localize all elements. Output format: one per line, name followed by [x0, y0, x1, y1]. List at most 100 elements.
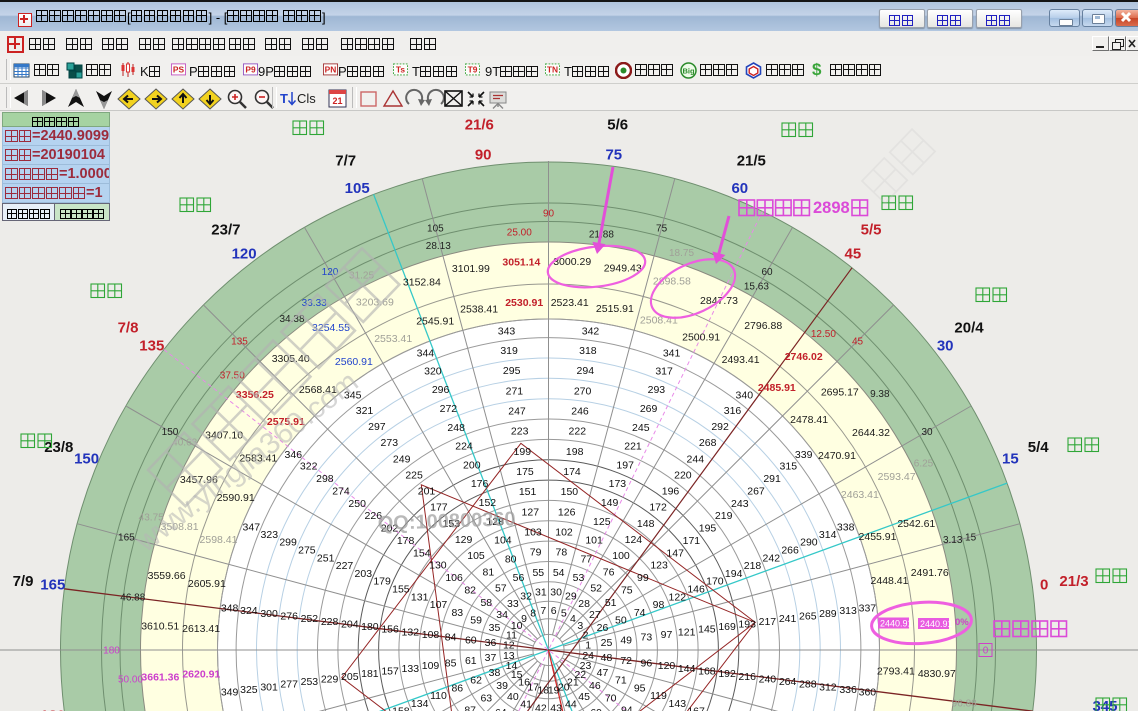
svg-text:105: 105: [467, 550, 485, 562]
svg-text:85: 85: [445, 658, 457, 670]
svg-text:30: 30: [550, 587, 562, 599]
svg-text:69: 69: [590, 707, 602, 711]
svg-text:2613.41: 2613.41: [182, 623, 220, 635]
svg-text:252: 252: [301, 613, 319, 625]
svg-text:175: 175: [516, 466, 534, 478]
svg-text:250: 250: [348, 498, 366, 510]
svg-text:81: 81: [483, 566, 495, 578]
svg-text:268: 268: [699, 437, 717, 449]
svg-text:37: 37: [485, 652, 497, 664]
svg-text:124: 124: [625, 534, 643, 546]
svg-text:317: 317: [655, 365, 673, 377]
svg-text:296: 296: [432, 384, 450, 396]
svg-text:265: 265: [799, 611, 817, 623]
svg-text:246: 246: [571, 406, 589, 418]
svg-text:223: 223: [511, 426, 529, 438]
svg-text:2593.47: 2593.47: [878, 471, 916, 483]
svg-text:180: 180: [103, 645, 120, 656]
svg-text:289: 289: [819, 608, 837, 620]
svg-text:322: 322: [300, 461, 318, 473]
svg-text:299: 299: [279, 537, 297, 549]
svg-text:4830.97: 4830.97: [918, 668, 956, 680]
svg-text:25: 25: [601, 637, 613, 649]
svg-text:PS: PS: [173, 65, 185, 75]
svg-text:147: 147: [666, 547, 684, 559]
svg-text:7: 7: [540, 605, 546, 617]
svg-text:83: 83: [451, 607, 463, 619]
svg-text:T: T: [280, 91, 288, 106]
svg-text:49: 49: [620, 634, 632, 646]
svg-text:219: 219: [715, 510, 733, 522]
svg-text:251: 251: [317, 552, 335, 564]
svg-text:132: 132: [402, 626, 420, 638]
svg-text:133: 133: [402, 663, 420, 675]
svg-text:9.38: 9.38: [870, 389, 890, 400]
svg-text:45: 45: [852, 336, 864, 347]
svg-text:8: 8: [530, 608, 536, 620]
svg-text:178: 178: [397, 535, 415, 547]
svg-text:228: 228: [321, 616, 339, 628]
svg-text:218: 218: [744, 560, 762, 572]
svg-text:2545.91: 2545.91: [416, 315, 454, 327]
svg-text:360: 360: [859, 687, 877, 699]
svg-text:2470.91: 2470.91: [818, 450, 856, 462]
svg-text:104: 104: [494, 535, 512, 547]
svg-text:75: 75: [656, 223, 668, 234]
svg-text:315: 315: [780, 461, 798, 473]
svg-text:51: 51: [605, 597, 617, 609]
svg-text:2898: 2898: [813, 199, 850, 217]
svg-text:38: 38: [489, 667, 501, 679]
svg-text:170: 170: [706, 576, 724, 588]
svg-text:5/4: 5/4: [1028, 439, 1050, 456]
svg-text:205: 205: [341, 671, 359, 683]
svg-text:340: 340: [736, 389, 754, 401]
svg-text:31: 31: [535, 587, 547, 599]
svg-text:145: 145: [698, 624, 716, 636]
svg-text:Big: Big: [682, 67, 695, 76]
svg-text:T9: T9: [468, 65, 478, 75]
svg-text:341: 341: [663, 347, 681, 359]
svg-text:193: 193: [738, 618, 756, 630]
svg-text:200: 200: [463, 459, 481, 471]
svg-text:150: 150: [74, 451, 99, 468]
svg-text:148: 148: [637, 518, 655, 530]
svg-text:347: 347: [243, 522, 261, 534]
svg-text:15.63: 15.63: [744, 282, 769, 293]
svg-text:201: 201: [418, 486, 436, 498]
svg-text:98: 98: [653, 599, 665, 611]
svg-text:198: 198: [566, 446, 584, 458]
svg-text:197: 197: [616, 459, 634, 471]
svg-text:123: 123: [650, 560, 668, 572]
svg-text:134: 134: [411, 698, 429, 710]
svg-text:105: 105: [427, 223, 444, 234]
svg-text:192: 192: [718, 668, 736, 680]
svg-text:5: 5: [561, 608, 567, 620]
svg-text:3.13: 3.13: [943, 535, 963, 546]
svg-text:108: 108: [422, 629, 440, 641]
svg-text:Ts: Ts: [396, 65, 405, 75]
svg-text:80: 80: [505, 553, 517, 565]
svg-text:12.50: 12.50: [811, 329, 836, 340]
svg-text:157: 157: [381, 666, 399, 678]
svg-text:121: 121: [678, 626, 696, 638]
svg-text:76: 76: [603, 566, 615, 578]
svg-text:36: 36: [485, 637, 497, 649]
svg-text:277: 277: [280, 679, 298, 691]
svg-text:2440.91: 2440.91: [920, 619, 953, 629]
svg-text:240: 240: [759, 673, 777, 685]
svg-text:120: 120: [658, 660, 676, 672]
svg-text:15: 15: [965, 532, 977, 543]
svg-text:324: 324: [240, 605, 258, 617]
svg-text:298: 298: [316, 473, 334, 485]
svg-text:294: 294: [577, 365, 595, 377]
svg-text:203: 203: [355, 568, 373, 580]
svg-text:2485.91: 2485.91: [758, 382, 796, 394]
svg-text:143: 143: [669, 698, 687, 710]
svg-text:0: 0: [983, 645, 989, 656]
svg-text:325: 325: [240, 684, 258, 696]
svg-text:44: 44: [565, 699, 577, 711]
svg-text:276: 276: [280, 611, 298, 623]
svg-text:62: 62: [470, 675, 482, 687]
svg-text:217: 217: [759, 616, 777, 628]
svg-text:167: 167: [687, 706, 705, 711]
